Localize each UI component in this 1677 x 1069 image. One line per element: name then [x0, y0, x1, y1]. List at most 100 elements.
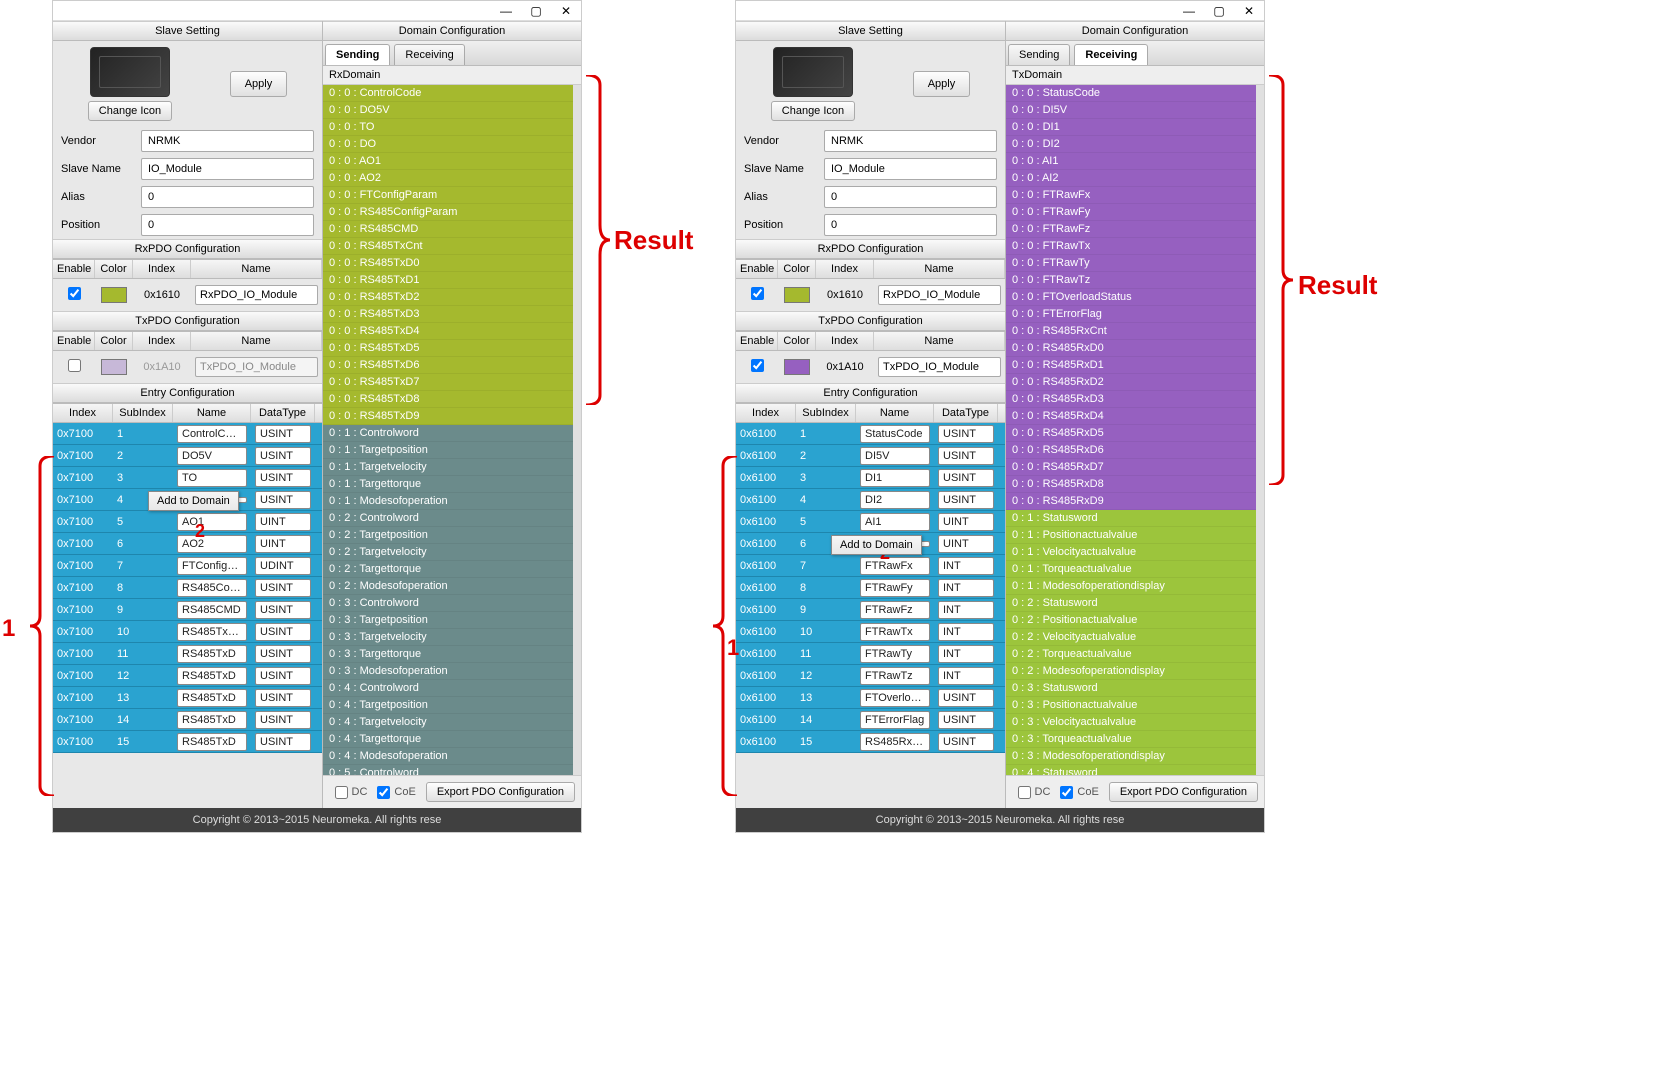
- apply-button[interactable]: Apply: [913, 71, 971, 97]
- entry-dtype-input[interactable]: USINT: [938, 689, 994, 707]
- slave-name-input[interactable]: [141, 158, 314, 180]
- domain-item[interactable]: 0 : 0 : RS485TxD5: [323, 340, 573, 357]
- domain-item[interactable]: 0 : 4 : Modesofoperation: [323, 748, 573, 765]
- entry-dtype-input[interactable]: INT: [938, 667, 994, 685]
- domain-item[interactable]: 0 : 1 : Torqueactualvalue: [1006, 561, 1256, 578]
- domain-item[interactable]: 0 : 0 : FTRawTy: [1006, 255, 1256, 272]
- entry-dtype-input[interactable]: INT: [938, 645, 994, 663]
- entry-row[interactable]: 0x61005AI1UINT: [736, 511, 1005, 533]
- domain-item[interactable]: 0 : 2 : Targetposition: [323, 527, 573, 544]
- domain-item[interactable]: 0 : 3 : Modesofoperationdisplay: [1006, 748, 1256, 765]
- apply-button[interactable]: Apply: [230, 71, 288, 97]
- domain-item[interactable]: 0 : 0 : RS485TxD2: [323, 289, 573, 306]
- domain-item[interactable]: 0 : 0 : DO: [323, 136, 573, 153]
- entry-row[interactable]: 0x710015RS485TxDUSINT: [53, 731, 322, 753]
- entry-name-input[interactable]: FTErrorFlag: [860, 711, 930, 729]
- entry-row[interactable]: 0x71006AO2UINT: [53, 533, 322, 555]
- entry-row[interactable]: 0x710013RS485TxDUSINT: [53, 687, 322, 709]
- domain-item[interactable]: 0 : 3 : Modesofoperation: [323, 663, 573, 680]
- txpdo-row[interactable]: 0x1A10: [736, 351, 1005, 383]
- domain-item[interactable]: 0 : 0 : RS485TxD3: [323, 306, 573, 323]
- entry-row[interactable]: 0x710011RS485TxDUSINT: [53, 643, 322, 665]
- domain-item[interactable]: 0 : 0 : TO: [323, 119, 573, 136]
- domain-item[interactable]: 0 : 0 : DI5V: [1006, 102, 1256, 119]
- txpdo-enable-checkbox[interactable]: [751, 359, 764, 372]
- entry-row[interactable]: 0x610014FTErrorFlagUSINT: [736, 709, 1005, 731]
- entry-dtype-input[interactable]: UINT: [255, 513, 311, 531]
- rxpdo-color-chip[interactable]: [101, 287, 127, 303]
- txpdo-enable-checkbox[interactable]: [68, 359, 81, 372]
- domain-item[interactable]: 0 : 2 : Targettorque: [323, 561, 573, 578]
- domain-item[interactable]: 0 : 0 : RS485RxD8: [1006, 476, 1256, 493]
- entry-name-input[interactable]: TO: [177, 469, 247, 487]
- domain-item[interactable]: 0 : 0 : RS485RxD4: [1006, 408, 1256, 425]
- entry-dtype-input[interactable]: USINT: [255, 491, 311, 509]
- entry-row[interactable]: 0x71007FTConfigParamUDINT: [53, 555, 322, 577]
- rxpdo-row[interactable]: 0x1610: [53, 279, 322, 311]
- entry-name-input[interactable]: FTOverloadStatus: [860, 689, 930, 707]
- entry-row[interactable]: 0x61004DI2USINT: [736, 489, 1005, 511]
- rxpdo-enable-checkbox[interactable]: [751, 287, 764, 300]
- entry-name-input[interactable]: AO1: [177, 513, 247, 531]
- domain-item[interactable]: 0 : 2 : Modesofoperationdisplay: [1006, 663, 1256, 680]
- domain-item[interactable]: 0 : 0 : FTRawTx: [1006, 238, 1256, 255]
- close-button[interactable]: ✕: [551, 2, 581, 20]
- entry-rows[interactable]: 0x61001StatusCodeUSINT0x61002DI5VUSINT0x…: [736, 423, 1005, 808]
- entry-name-input[interactable]: StatusCode: [860, 425, 930, 443]
- entry-dtype-input[interactable]: USINT: [255, 623, 311, 641]
- domain-item[interactable]: 0 : 0 : RS485RxD6: [1006, 442, 1256, 459]
- entry-row[interactable]: 0x61009FTRawFzINT: [736, 599, 1005, 621]
- entry-dtype-input[interactable]: USINT: [255, 469, 311, 487]
- entry-dtype-input[interactable]: USINT: [938, 447, 994, 465]
- domain-item[interactable]: 0 : 0 : AI2: [1006, 170, 1256, 187]
- domain-item[interactable]: 0 : 3 : Velocityactualvalue: [1006, 714, 1256, 731]
- entry-row[interactable]: 0x61008FTRawFyINT: [736, 577, 1005, 599]
- entry-name-input[interactable]: FTRawFx: [860, 557, 930, 575]
- entry-name-input[interactable]: FTRawFz: [860, 601, 930, 619]
- entry-name-input[interactable]: FTConfigParam: [177, 557, 247, 575]
- entry-name-input[interactable]: FTRawTz: [860, 667, 930, 685]
- entry-name-input[interactable]: RS485TxD: [177, 689, 247, 707]
- domain-item[interactable]: 0 : 4 : Targettorque: [323, 731, 573, 748]
- domain-item[interactable]: 0 : 2 : Velocityactualvalue: [1006, 629, 1256, 646]
- entry-row[interactable]: 0x610015RS485RxCntUSINT: [736, 731, 1005, 753]
- minimize-button[interactable]: —: [491, 2, 521, 20]
- entry-row[interactable]: 0x71002DO5VUSINT: [53, 445, 322, 467]
- entry-row[interactable]: 0x610011FTRawTyINT: [736, 643, 1005, 665]
- entry-row[interactable]: 0x61007FTRawFxINT: [736, 555, 1005, 577]
- entry-dtype-input[interactable]: USINT: [255, 689, 311, 707]
- domain-item[interactable]: 0 : 1 : Targetvelocity: [323, 459, 573, 476]
- entry-name-input[interactable]: FTRawTy: [860, 645, 930, 663]
- domain-item[interactable]: 0 : 3 : Targetposition: [323, 612, 573, 629]
- entry-name-input[interactable]: RS485CMD: [177, 601, 247, 619]
- maximize-button[interactable]: ▢: [521, 2, 551, 20]
- entry-dtype-input[interactable]: UINT: [938, 535, 994, 553]
- change-icon-button[interactable]: Change Icon: [88, 101, 172, 121]
- entry-name-input[interactable]: AI1: [860, 513, 930, 531]
- entry-row[interactable]: 0x610013FTOverloadStatusUSINT: [736, 687, 1005, 709]
- entry-name-input[interactable]: RS485TxD: [177, 667, 247, 685]
- entry-dtype-input[interactable]: USINT: [938, 733, 994, 751]
- txpdo-name-input[interactable]: [195, 357, 318, 377]
- entry-dtype-input[interactable]: USINT: [255, 601, 311, 619]
- entry-dtype-input[interactable]: USINT: [255, 425, 311, 443]
- domain-item[interactable]: 0 : 4 : Statusword: [1006, 765, 1256, 775]
- coe-checkbox[interactable]: [377, 786, 390, 799]
- domain-list[interactable]: 0 : 0 : ControlCode0 : 0 : DO5V0 : 0 : T…: [323, 85, 581, 775]
- vendor-input[interactable]: [141, 130, 314, 152]
- entry-row[interactable]: 0x71008RS485ConfigParamUSINT: [53, 577, 322, 599]
- entry-name-input[interactable]: RS485ConfigParam: [177, 579, 247, 597]
- entry-name-input[interactable]: DO5V: [177, 447, 247, 465]
- domain-item[interactable]: 0 : 3 : Statusword: [1006, 680, 1256, 697]
- domain-item[interactable]: 0 : 1 : Modesofoperation: [323, 493, 573, 510]
- entry-dtype-input[interactable]: USINT: [255, 733, 311, 751]
- domain-item[interactable]: 0 : 2 : Modesofoperation: [323, 578, 573, 595]
- entry-row[interactable]: 0x610012FTRawTzINT: [736, 665, 1005, 687]
- alias-input[interactable]: [141, 186, 314, 208]
- domain-item[interactable]: 0 : 0 : RS485CMD: [323, 221, 573, 238]
- vendor-input[interactable]: [824, 130, 997, 152]
- domain-item[interactable]: 0 : 0 : RS485TxD1: [323, 272, 573, 289]
- domain-item[interactable]: 0 : 0 : RS485RxCnt: [1006, 323, 1256, 340]
- domain-item[interactable]: 0 : 0 : FTRawFy: [1006, 204, 1256, 221]
- entry-dtype-input[interactable]: USINT: [255, 447, 311, 465]
